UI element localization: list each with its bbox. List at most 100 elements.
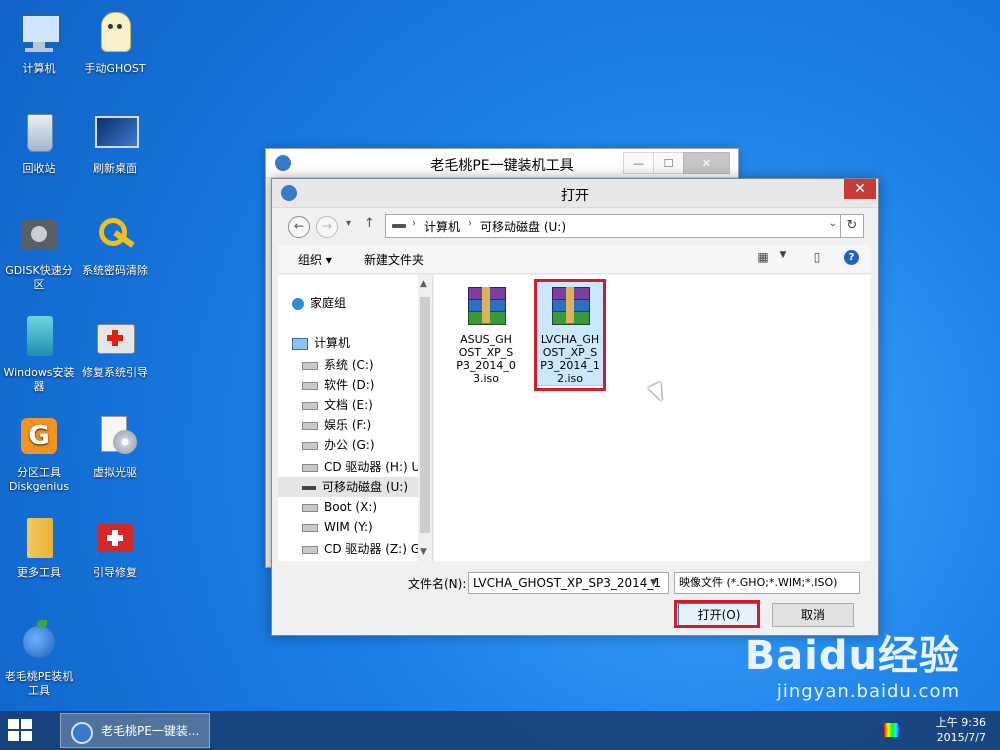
drive-icon xyxy=(302,523,318,532)
nav-item-homegroup[interactable]: 家庭组 xyxy=(278,293,432,313)
desktop-icon-password[interactable]: 系统密码清除 xyxy=(78,212,152,278)
clock-time: 上午 9:36 xyxy=(935,716,986,729)
nav-item-drive-d[interactable]: 软件 (D:) xyxy=(278,375,432,395)
nav-item-label: Boot (X:) xyxy=(324,500,378,514)
drive-icon xyxy=(302,441,318,450)
view-options-dropdown-icon[interactable]: ▼ xyxy=(774,250,792,266)
desktop-icon-label: 分区工具Diskgenius xyxy=(8,466,70,493)
back-arrow-icon[interactable]: ← xyxy=(288,216,310,238)
maximize-icon[interactable]: ☐ xyxy=(653,152,684,174)
desktop-icon-gdisk[interactable]: GDISK快速分区 xyxy=(2,212,76,292)
nav-item-drive-z[interactable]: CD 驱动器 (Z:) G xyxy=(278,539,432,559)
desktop-icon-label: Windows安装器 xyxy=(3,366,75,393)
file-type-select[interactable]: 映像文件 (*.GHO;*.WIM;*.ISO) xyxy=(674,572,860,594)
help-icon[interactable]: ? xyxy=(844,250,859,265)
nav-item-label: WIM (Y:) xyxy=(324,520,373,534)
dialog-titlebar: 打开 ✕ xyxy=(272,179,878,208)
nav-item-drive-y[interactable]: WIM (Y:) xyxy=(278,517,432,537)
minimize-icon[interactable]: — xyxy=(623,152,654,174)
watermark-line1: Baidu经验 xyxy=(744,633,960,679)
address-input[interactable]: › 计算机 › 可移动磁盘 (U:) ⌄ xyxy=(385,214,842,238)
close-icon[interactable]: ✕ xyxy=(844,179,876,199)
up-arrow-icon[interactable]: ↑ xyxy=(364,216,375,231)
forward-arrow-icon[interactable]: → xyxy=(316,216,338,238)
cd-drive-icon xyxy=(302,463,318,472)
open-file-dialog: 打开 ✕ ← → ▾ ↑ › 计算机 › 可移动磁盘 (U:) ⌄ ↻ 组织 ▾… xyxy=(271,178,879,636)
drive-icon xyxy=(302,381,318,390)
new-folder-button[interactable]: 新建文件夹 xyxy=(364,251,424,268)
homegroup-icon xyxy=(292,297,304,310)
nav-item-label: CD 驱动器 (H:) U xyxy=(324,460,421,474)
nav-item-drive-c[interactable]: 系统 (C:) xyxy=(278,355,432,375)
taskbar: 老毛桃PE一键装... 上午 9:36 2015/7/7 xyxy=(0,711,1000,750)
cd-drive-icon xyxy=(302,545,318,554)
system-clock[interactable]: 上午 9:36 2015/7/7 xyxy=(936,715,986,745)
desktop-icon-boot-repair[interactable]: 引导修复 xyxy=(78,514,152,580)
preview-pane-icon[interactable]: ▯ xyxy=(808,250,826,266)
close-icon[interactable]: ✕ xyxy=(683,152,730,174)
nav-item-label: 办公 (G:) xyxy=(324,438,375,452)
taskbar-app-label: 老毛桃PE一键装... xyxy=(101,724,200,738)
drive-icon xyxy=(302,503,318,512)
watermark-line2: jingyan.baidu.com xyxy=(776,681,960,702)
desktop-icon-label: GDISK快速分区 xyxy=(5,264,73,291)
display-tray-icon[interactable] xyxy=(884,723,900,737)
nav-item-label: 文档 (E:) xyxy=(324,398,373,412)
peach-icon xyxy=(15,618,63,666)
desktop-icon-label: 老毛桃PE装机工具 xyxy=(4,670,74,697)
breadcrumb-removable-disk[interactable]: 可移动磁盘 (U:) xyxy=(480,218,566,235)
nav-scrollbar[interactable]: ▲ ▼ xyxy=(418,275,432,561)
nav-item-computer[interactable]: 计算机 xyxy=(278,333,432,353)
desktop-icon-computer[interactable]: 计算机 xyxy=(2,10,76,76)
baidu-watermark: Baidu经验 jingyan.baidu.com xyxy=(745,623,960,702)
recent-dropdown-icon[interactable]: ▾ xyxy=(346,218,351,229)
breadcrumb-separator-icon: › xyxy=(412,218,416,229)
file-list-pane: ASUS_GH OST_XP_S P3_2014_0 3.iso LVCHA_G… xyxy=(434,275,870,561)
windows-start-icon[interactable] xyxy=(8,719,34,743)
folder-icon xyxy=(15,514,63,562)
desktop-icon-windows-installer[interactable]: Windows安装器 xyxy=(2,314,76,394)
nav-item-drive-h[interactable]: CD 驱动器 (H:) U xyxy=(278,457,432,477)
desktop-icon-diskgenius[interactable]: G 分区工具Diskgenius xyxy=(2,414,76,494)
scroll-down-icon[interactable]: ▼ xyxy=(420,547,427,557)
desktop-icon-label: 虚拟光驱 xyxy=(93,466,137,479)
drive-icon xyxy=(302,401,318,410)
taskbar-app-button[interactable]: 老毛桃PE一键装... xyxy=(60,713,210,748)
nav-item-drive-g[interactable]: 办公 (G:) xyxy=(278,435,432,455)
breadcrumb-computer[interactable]: 计算机 xyxy=(424,218,460,235)
peach-icon xyxy=(71,722,93,744)
desktop-icon-refresh[interactable]: 刷新桌面 xyxy=(78,110,152,176)
usb-drive-icon xyxy=(302,485,316,490)
view-grid-icon[interactable]: ▦ xyxy=(754,250,772,266)
filename-label: 文件名(N): xyxy=(408,577,467,591)
monitor-icon xyxy=(91,110,139,158)
navigation-pane: 家庭组 计算机 系统 (C:) 软件 (D:) 文档 (E:) 娱乐 (F:) … xyxy=(278,275,433,561)
drive-icon xyxy=(302,421,318,430)
desktop-icon-repair-boot[interactable]: 修复系统引导 xyxy=(78,314,152,380)
diskgenius-icon: G xyxy=(15,414,63,462)
desktop-icon-virtual-drive[interactable]: 虚拟光驱 xyxy=(78,414,152,480)
chevron-down-icon[interactable]: ▼ xyxy=(650,572,664,594)
nav-item-drive-e[interactable]: 文档 (E:) xyxy=(278,395,432,415)
breadcrumb-separator-icon: › xyxy=(468,218,472,229)
nav-item-drive-f[interactable]: 娱乐 (F:) xyxy=(278,415,432,435)
file-item[interactable]: ASUS_GH OST_XP_S P3_2014_0 3.iso xyxy=(452,281,520,385)
desktop-icon-label: 刷新桌面 xyxy=(93,162,137,175)
organize-menu[interactable]: 组织 ▾ xyxy=(298,251,332,268)
desktop-icon-label: 计算机 xyxy=(22,62,56,75)
desktop-icon-recycle-bin[interactable]: 回收站 xyxy=(2,110,76,176)
nav-item-drive-u[interactable]: 可移动磁盘 (U:) xyxy=(278,477,432,497)
desktop-icon-more-tools[interactable]: 更多工具 xyxy=(2,514,76,580)
desktop-icon-ghost[interactable]: 手动GHOST xyxy=(78,10,152,76)
chevron-down-icon[interactable]: ⌄ xyxy=(829,218,837,229)
refresh-icon[interactable]: ↻ xyxy=(840,214,864,238)
scrollbar-thumb[interactable] xyxy=(420,297,430,533)
nav-item-drive-x[interactable]: Boot (X:) xyxy=(278,497,432,517)
desktop-icon-pe-installer[interactable]: 老毛桃PE装机工具 xyxy=(2,618,76,698)
desktop-icon-label: 更多工具 xyxy=(17,566,61,579)
highlight-box xyxy=(534,279,606,391)
scroll-up-icon[interactable]: ▲ xyxy=(420,279,427,289)
computer-icon xyxy=(292,337,308,350)
filename-input[interactable]: LVCHA_GHOST_XP_SP3_2014_1 xyxy=(468,572,669,594)
back-window-titlebar: 老毛桃PE一键装机工具 — ☐ ✕ xyxy=(266,149,738,178)
